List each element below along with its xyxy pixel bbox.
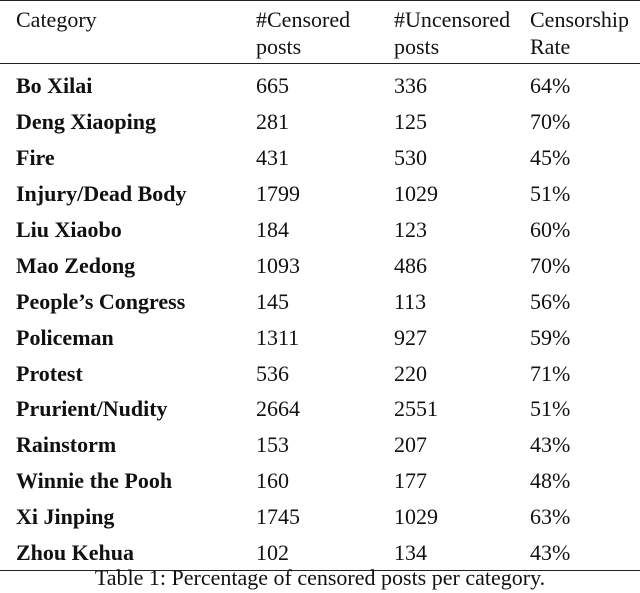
cell-uncensored-posts: 486	[394, 252, 427, 278]
cell-censorship-rate: 51%	[530, 181, 571, 207]
table-header: Category #Censored posts #Uncensored pos…	[0, 0, 640, 64]
cell-uncensored-posts: 1029	[394, 504, 438, 530]
cell-category: Injury/Dead Body	[16, 181, 187, 207]
cell-censored-posts: 160	[256, 468, 289, 494]
cell-uncensored-posts: 530	[394, 145, 427, 171]
cell-censored-posts: 281	[256, 109, 289, 135]
cell-uncensored-posts: 1029	[394, 181, 438, 207]
header-category-line1: Category	[16, 7, 97, 32]
header-uncensored-posts: #Uncensored posts	[394, 1, 530, 64]
cell-censored-posts: 1745	[256, 504, 300, 530]
cell-censored-posts: 153	[256, 432, 289, 458]
header-uncensored-line1: #Uncensored	[394, 7, 511, 32]
cell-category: Policeman	[16, 324, 114, 350]
header-uncensored-line2: posts	[394, 34, 440, 59]
cell-censorship-rate: 64%	[530, 73, 571, 99]
cell-censorship-rate: 43%	[530, 432, 571, 458]
header-censored-line1: #Censored	[256, 7, 351, 32]
cell-censorship-rate: 60%	[530, 217, 571, 242]
table-row: Injury/Dead Body 1799 1029 51%	[0, 176, 640, 212]
table-row: Fire 431 530 45%	[0, 140, 640, 176]
cell-category: Winnie the Pooh	[16, 468, 173, 494]
cell-category: Deng Xiaoping	[16, 109, 156, 135]
table-body: Bo Xilai 665 336 64% Deng Xiaoping 281 125 70% F…	[0, 64, 640, 571]
table-row: Protest 536 220 71%	[0, 355, 640, 391]
cell-uncensored-posts: 113	[394, 288, 427, 314]
cell-censored-posts: 184	[256, 217, 289, 242]
cell-censorship-rate: 59%	[530, 324, 571, 350]
cell-censorship-rate: 48%	[530, 468, 571, 494]
cell-uncensored-posts: 336	[394, 73, 427, 99]
table-row: Xi Jinping 1745 1029 63%	[0, 499, 640, 535]
table-row: Rainstorm 153 207 43%	[0, 427, 640, 463]
cell-uncensored-posts: 207	[394, 432, 427, 458]
table-caption: Table 1: Percentage of censored posts pe…	[94, 565, 546, 590]
header-row: Category #Censored posts #Uncensored pos…	[0, 0, 640, 64]
table-row: Policeman 1311 927 59%	[0, 319, 640, 355]
cell-censored-posts: 2664	[256, 396, 300, 422]
table-row: People’s Congress 145 113 56%	[0, 283, 640, 319]
cell-censored-posts: 145	[256, 288, 289, 314]
cell-censored-posts: 1311	[256, 324, 300, 350]
table-row: Bo Xilai 665 336 64%	[0, 64, 640, 104]
cell-category: People’s Congress	[16, 288, 186, 314]
header-rate-line1: Censorship	[530, 7, 629, 32]
cell-category: Protest	[16, 360, 83, 386]
cell-censorship-rate: 51%	[530, 396, 571, 422]
cell-censored-posts: 1093	[256, 252, 300, 278]
cell-censored-posts: 1799	[256, 181, 300, 207]
cell-category: Bo Xilai	[16, 73, 93, 99]
cell-uncensored-posts: 123	[394, 217, 427, 242]
header-censorship-rate: Censorship Rate	[530, 1, 640, 64]
table-row: Winnie the Pooh 160 177 48%	[0, 463, 640, 499]
cell-category: Prurient/Nudity	[16, 396, 168, 422]
cell-censorship-rate: 71%	[530, 360, 571, 386]
censorship-table-container: Category #Censored posts #Uncensored pos…	[0, 0, 640, 571]
table-row: Prurient/Nudity 2664 2551 51%	[0, 391, 640, 427]
cell-uncensored-posts: 220	[394, 360, 427, 386]
cell-category: Liu Xiaobo	[16, 217, 122, 242]
table-row: Deng Xiaoping 281 125 70%	[0, 104, 640, 140]
cell-censorship-rate: 56%	[530, 288, 571, 314]
cell-category: Fire	[16, 145, 55, 171]
cell-censored-posts: 665	[256, 73, 289, 99]
cell-censorship-rate: 45%	[530, 145, 571, 171]
header-censored-line2: posts	[256, 34, 302, 59]
table-row: Liu Xiaobo 184 123 60%	[0, 212, 640, 248]
cell-uncensored-posts: 927	[394, 324, 427, 350]
cell-censorship-rate: 63%	[530, 504, 571, 530]
table-row: Mao Zedong 1093 486 70%	[0, 247, 640, 283]
cell-censored-posts: 536	[256, 360, 289, 386]
header-category: Category	[0, 1, 256, 64]
cell-censorship-rate: 70%	[530, 109, 571, 135]
header-rate-line2: Rate	[530, 34, 571, 59]
cell-uncensored-posts: 125	[394, 109, 427, 135]
cell-category: Xi Jinping	[16, 504, 115, 530]
cell-censored-posts: 431	[256, 145, 289, 171]
header-censored-posts: #Censored posts	[256, 1, 394, 64]
censorship-table: Category #Censored posts #Uncensored pos…	[0, 0, 640, 571]
cell-uncensored-posts: 2551	[394, 396, 438, 422]
cell-category: Mao Zedong	[16, 252, 136, 278]
cell-category: Rainstorm	[16, 432, 117, 458]
cell-censorship-rate: 70%	[530, 252, 571, 278]
cell-uncensored-posts: 177	[394, 468, 427, 494]
